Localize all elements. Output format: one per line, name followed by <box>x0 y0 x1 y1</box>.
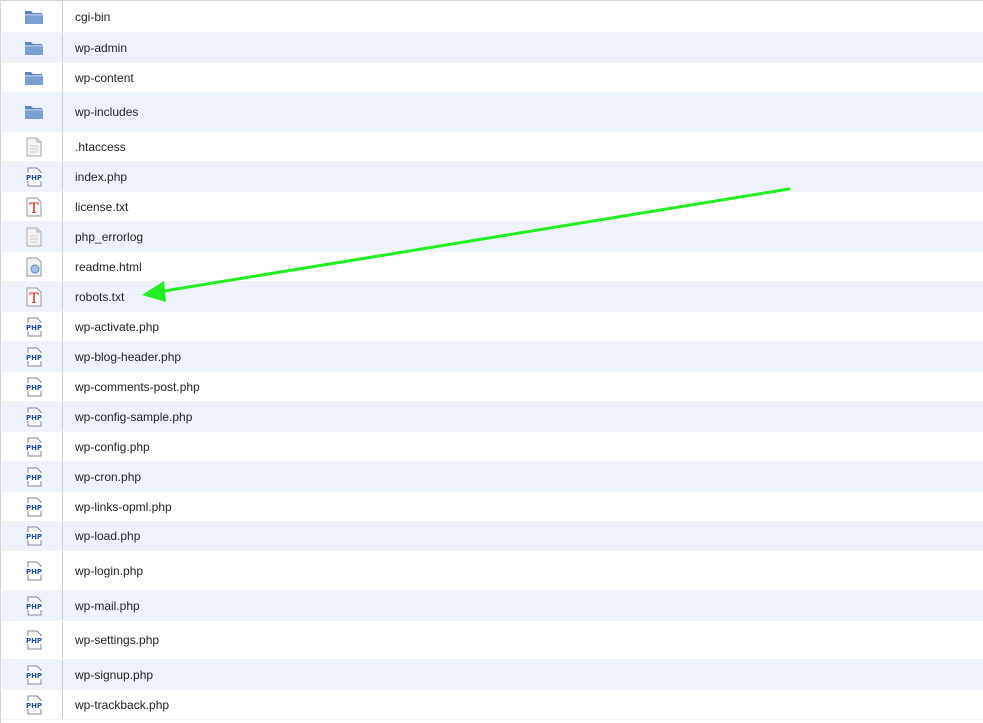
file-name[interactable]: license.txt <box>63 200 128 214</box>
svg-text:PHP: PHP <box>26 702 42 710</box>
file-name[interactable]: wp-signup.php <box>63 668 153 682</box>
file-name[interactable]: wp-config.php <box>63 440 150 454</box>
file-row[interactable]: Trobots.txt <box>2 282 983 312</box>
php-file-icon: PHP <box>2 372 62 401</box>
file-row[interactable]: wp-admin <box>2 33 983 63</box>
file-row[interactable]: wp-includes <box>2 93 983 132</box>
php-file-icon: PHP <box>2 402 62 431</box>
php-file-icon: PHP <box>2 621 62 659</box>
file-name[interactable]: wp-admin <box>63 41 127 55</box>
generic-file-icon <box>2 132 62 161</box>
generic-file-icon <box>2 222 62 251</box>
file-row[interactable]: PHP wp-signup.php <box>2 660 983 690</box>
file-name[interactable]: wp-cron.php <box>63 470 141 484</box>
file-row[interactable]: PHP wp-load.php <box>2 522 983 551</box>
file-name[interactable]: wp-includes <box>63 105 138 119</box>
file-name[interactable]: index.php <box>63 170 127 184</box>
file-row[interactable]: PHP wp-blog-header.php <box>2 342 983 372</box>
file-row[interactable]: PHP wp-settings.php <box>2 621 983 660</box>
svg-text:PHP: PHP <box>26 384 42 392</box>
file-row[interactable]: PHP wp-links-opml.php <box>2 492 983 522</box>
php-file-icon: PHP <box>2 551 62 590</box>
file-name[interactable]: wp-comments-post.php <box>63 380 200 394</box>
file-row[interactable]: PHP wp-config.php <box>2 432 983 462</box>
file-row[interactable]: PHP wp-trackback.php <box>2 690 983 720</box>
svg-text:PHP: PHP <box>26 603 42 611</box>
folder-icon <box>2 63 62 92</box>
file-name[interactable]: wp-links-opml.php <box>63 500 172 514</box>
php-file-icon: PHP <box>2 492 62 521</box>
file-name[interactable]: .htaccess <box>63 140 126 154</box>
php-file-icon: PHP <box>2 522 62 550</box>
php-file-icon: PHP <box>2 690 62 719</box>
html-file-icon <box>2 252 62 281</box>
file-row[interactable]: cgi-bin <box>2 1 983 33</box>
file-list-table: cgi-bin wp-admin wp-content wp-includes .hta… <box>0 0 983 723</box>
file-name[interactable]: wp-blog-header.php <box>63 350 181 364</box>
file-name[interactable]: wp-load.php <box>63 529 140 543</box>
svg-text:PHP: PHP <box>26 672 42 680</box>
file-name[interactable]: cgi-bin <box>63 10 110 24</box>
svg-text:T: T <box>29 291 39 307</box>
file-row[interactable]: php_errorlog <box>2 222 983 252</box>
svg-text:PHP: PHP <box>26 533 42 541</box>
file-name[interactable]: wp-login.php <box>63 564 143 578</box>
file-row[interactable]: PHP wp-activate.php <box>2 312 983 342</box>
text-file-icon: T <box>2 192 62 221</box>
file-row[interactable]: .htaccess <box>2 132 983 162</box>
file-row[interactable]: PHP wp-config-sample.php <box>2 402 983 432</box>
folder-icon <box>2 1 62 32</box>
file-name[interactable]: wp-activate.php <box>63 320 159 334</box>
svg-text:PHP: PHP <box>26 504 42 512</box>
text-file-icon: T <box>2 282 62 311</box>
svg-text:T: T <box>29 201 39 217</box>
php-file-icon: PHP <box>2 342 62 371</box>
php-file-icon: PHP <box>2 162 62 191</box>
file-row[interactable]: PHP wp-cron.php <box>2 462 983 492</box>
svg-text:PHP: PHP <box>26 474 42 482</box>
svg-text:PHP: PHP <box>26 568 42 576</box>
file-row[interactable]: PHP wp-comments-post.php <box>2 372 983 402</box>
php-file-icon: PHP <box>2 660 62 689</box>
file-row[interactable]: Tlicense.txt <box>2 192 983 222</box>
php-file-icon: PHP <box>2 462 62 491</box>
file-name[interactable]: wp-mail.php <box>63 599 140 613</box>
file-name[interactable]: wp-settings.php <box>63 633 159 647</box>
file-name[interactable]: wp-config-sample.php <box>63 410 192 424</box>
svg-text:PHP: PHP <box>26 414 42 422</box>
file-name[interactable]: wp-content <box>63 71 134 85</box>
folder-icon <box>2 33 62 62</box>
svg-text:PHP: PHP <box>26 324 42 332</box>
svg-text:PHP: PHP <box>26 174 42 182</box>
file-name[interactable]: readme.html <box>63 260 142 274</box>
folder-icon <box>2 93 62 131</box>
file-row[interactable]: PHP wp-mail.php <box>2 591 983 621</box>
file-row[interactable]: PHP index.php <box>2 162 983 192</box>
php-file-icon: PHP <box>2 591 62 620</box>
php-file-icon: PHP <box>2 312 62 341</box>
file-name[interactable]: wp-trackback.php <box>63 698 169 712</box>
svg-text:PHP: PHP <box>26 444 42 452</box>
file-name[interactable]: robots.txt <box>63 290 124 304</box>
file-row[interactable]: PHP wp-login.php <box>2 551 983 591</box>
php-file-icon: PHP <box>2 432 62 461</box>
file-row[interactable]: readme.html <box>2 252 983 282</box>
svg-text:PHP: PHP <box>26 354 42 362</box>
svg-text:PHP: PHP <box>26 637 42 645</box>
file-row[interactable]: wp-content <box>2 63 983 93</box>
file-name[interactable]: php_errorlog <box>63 230 143 244</box>
